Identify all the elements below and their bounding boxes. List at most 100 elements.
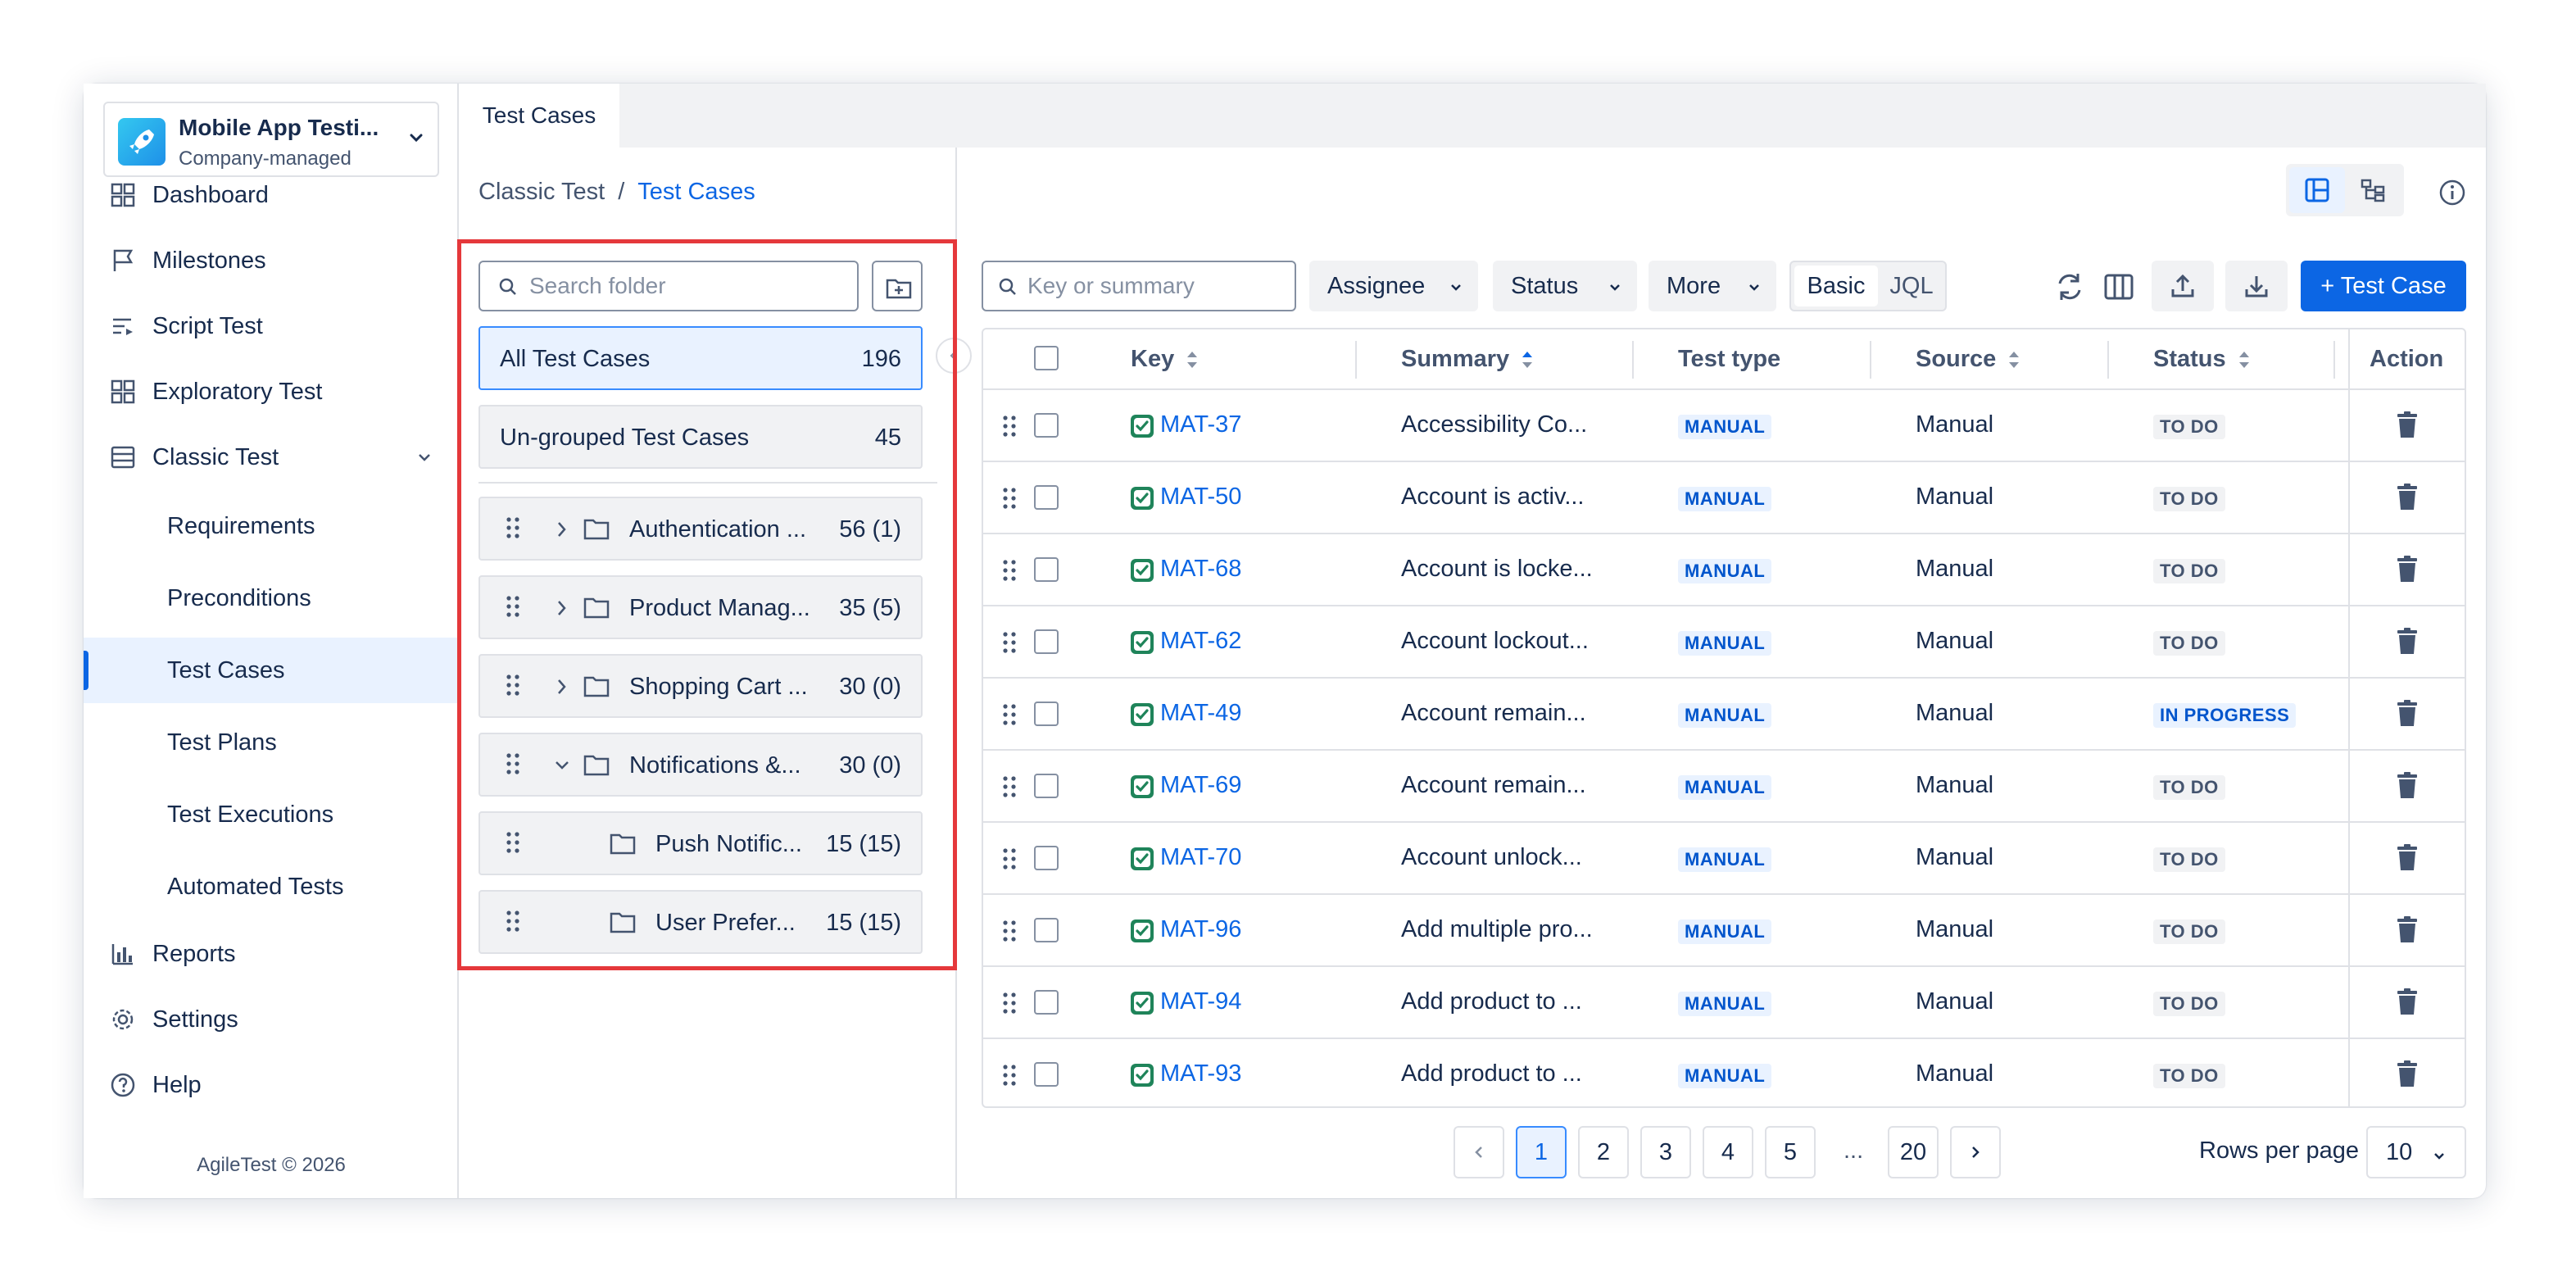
table-row[interactable]: MAT-70 Account unlock... MANUAL Manual TO DO bbox=[983, 823, 2465, 895]
drag-handle-icon[interactable] bbox=[1001, 990, 1018, 1016]
next-page-button[interactable] bbox=[1950, 1126, 2001, 1178]
test-case-key-link[interactable]: MAT-69 bbox=[1160, 772, 1241, 799]
sidebar-item-reports[interactable]: Reports bbox=[84, 921, 459, 987]
chevron-right-icon[interactable] bbox=[551, 597, 574, 620]
trash-icon[interactable] bbox=[2394, 482, 2420, 511]
table-row[interactable]: MAT-49 Account remain... MANUAL Manual IN PR… bbox=[983, 679, 2465, 751]
sidebar-item-requirements[interactable]: Requirements bbox=[84, 493, 459, 559]
page-last-button[interactable]: 20 bbox=[1888, 1126, 1939, 1178]
test-case-key-link[interactable]: MAT-62 bbox=[1160, 628, 1241, 655]
trash-icon[interactable] bbox=[2394, 770, 2420, 800]
table-row[interactable]: MAT-62 Account lockout... MANUAL Manual TO D… bbox=[983, 606, 2465, 679]
drag-handle-icon[interactable] bbox=[1001, 1062, 1018, 1088]
test-case-key-link[interactable]: MAT-50 bbox=[1160, 484, 1241, 511]
header-source[interactable]: Source bbox=[1916, 346, 2022, 373]
header-summary[interactable]: Summary bbox=[1401, 346, 1535, 373]
test-case-key-link[interactable]: MAT-68 bbox=[1160, 556, 1241, 583]
table-row[interactable]: MAT-96 Add multiple pro... MANUAL Manual TO … bbox=[983, 895, 2465, 967]
table-row[interactable]: MAT-37 Accessibility Co... MANUAL Manual TO … bbox=[983, 390, 2465, 462]
drag-handle-icon[interactable] bbox=[1001, 485, 1018, 511]
import-button[interactable] bbox=[2225, 261, 2288, 311]
sidebar-item-automated-tests[interactable]: Automated Tests bbox=[84, 854, 459, 919]
row-checkbox[interactable] bbox=[1034, 990, 1059, 1015]
trash-icon[interactable] bbox=[2394, 554, 2420, 583]
status-filter-button[interactable]: Status bbox=[1493, 261, 1637, 311]
drag-handle-icon[interactable] bbox=[1001, 413, 1018, 439]
sidebar-item-exploratory-test[interactable]: Exploratory Test bbox=[84, 359, 459, 425]
table-row[interactable]: MAT-50 Account is activ... MANUAL Manual TO … bbox=[983, 462, 2465, 534]
row-checkbox[interactable] bbox=[1034, 557, 1059, 582]
drag-handle-icon[interactable] bbox=[505, 672, 521, 698]
collapse-panel-button[interactable] bbox=[936, 338, 972, 374]
drag-handle-icon[interactable] bbox=[1001, 774, 1018, 800]
drag-handle-icon[interactable] bbox=[505, 829, 521, 856]
drag-handle-icon[interactable] bbox=[505, 593, 521, 620]
row-checkbox[interactable] bbox=[1034, 918, 1059, 942]
more-filter-button[interactable]: More bbox=[1649, 261, 1776, 311]
row-checkbox[interactable] bbox=[1034, 702, 1059, 726]
drag-handle-icon[interactable] bbox=[1001, 629, 1018, 656]
export-button[interactable] bbox=[2152, 261, 2214, 311]
sidebar-item-test-cases[interactable]: Test Cases bbox=[84, 638, 459, 703]
assignee-filter-button[interactable]: Assignee bbox=[1309, 261, 1478, 311]
test-case-key-link[interactable]: MAT-93 bbox=[1160, 1060, 1241, 1087]
basic-mode-button[interactable]: Basic bbox=[1794, 266, 1878, 306]
columns-icon[interactable] bbox=[2098, 266, 2140, 308]
trash-icon[interactable] bbox=[2394, 698, 2420, 728]
folder-item[interactable]: Authentication ... 56 (1) bbox=[478, 497, 923, 561]
page-1-button[interactable]: 1 bbox=[1516, 1126, 1567, 1178]
page-5-button[interactable]: 5 bbox=[1765, 1126, 1816, 1178]
folder-item[interactable]: Push Notific... 15 (15) bbox=[478, 811, 923, 875]
create-test-case-button[interactable]: + Test Case bbox=[2301, 261, 2466, 311]
drag-handle-icon[interactable] bbox=[505, 515, 521, 541]
drag-handle-icon[interactable] bbox=[1001, 702, 1018, 728]
trash-icon[interactable] bbox=[2394, 915, 2420, 944]
breadcrumb-parent[interactable]: Classic Test bbox=[478, 179, 605, 206]
chevron-down-icon[interactable] bbox=[551, 754, 574, 777]
test-case-key-link[interactable]: MAT-49 bbox=[1160, 700, 1241, 727]
row-checkbox[interactable] bbox=[1034, 846, 1059, 870]
drag-handle-icon[interactable] bbox=[505, 908, 521, 934]
previous-page-button[interactable] bbox=[1454, 1126, 1504, 1178]
drag-handle-icon[interactable] bbox=[1001, 557, 1018, 583]
table-row[interactable]: MAT-68 Account is locke... MANUAL Manual TO … bbox=[983, 534, 2465, 606]
folder-all-test-cases[interactable]: All Test Cases 196 bbox=[478, 326, 923, 390]
page-4-button[interactable]: 4 bbox=[1703, 1126, 1753, 1178]
breadcrumb-current[interactable]: Test Cases bbox=[637, 179, 755, 206]
row-checkbox[interactable] bbox=[1034, 629, 1059, 654]
table-row[interactable]: MAT-69 Account remain... MANUAL Manual TO DO bbox=[983, 751, 2465, 823]
folder-item[interactable]: Shopping Cart ... 30 (0) bbox=[478, 654, 923, 718]
sidebar-item-settings[interactable]: Settings bbox=[84, 987, 459, 1052]
test-case-key-link[interactable]: MAT-70 bbox=[1160, 844, 1241, 871]
folder-search-field[interactable] bbox=[478, 261, 859, 311]
sidebar-item-milestones[interactable]: Milestones bbox=[84, 228, 459, 293]
table-row[interactable]: MAT-93 Add product to ... MANUAL Manual TO D… bbox=[983, 1039, 2465, 1106]
tree-view-button[interactable] bbox=[2345, 167, 2401, 213]
page-3-button[interactable]: 3 bbox=[1640, 1126, 1691, 1178]
header-status[interactable]: Status bbox=[2153, 346, 2252, 373]
drag-handle-icon[interactable] bbox=[1001, 846, 1018, 872]
add-folder-button[interactable] bbox=[872, 261, 923, 311]
tab-test-cases[interactable]: Test Cases bbox=[459, 84, 619, 148]
key-search-input[interactable] bbox=[1027, 269, 1286, 303]
info-icon[interactable] bbox=[2438, 179, 2466, 207]
panel-view-button[interactable] bbox=[2289, 167, 2345, 213]
folder-search-input[interactable] bbox=[529, 269, 849, 303]
row-checkbox[interactable] bbox=[1034, 1062, 1059, 1087]
rows-per-page-select[interactable]: 10 bbox=[2366, 1126, 2466, 1178]
trash-icon[interactable] bbox=[2394, 410, 2420, 439]
folder-item[interactable]: Notifications &... 30 (0) bbox=[478, 733, 923, 797]
sidebar-item-dashboard[interactable]: Dashboard bbox=[84, 162, 459, 228]
sidebar-item-test-executions[interactable]: Test Executions bbox=[84, 782, 459, 847]
folder-item[interactable]: User Prefer... 15 (15) bbox=[478, 890, 923, 954]
row-checkbox[interactable] bbox=[1034, 413, 1059, 438]
header-key[interactable]: Key bbox=[1131, 346, 1200, 373]
trash-icon[interactable] bbox=[2394, 987, 2420, 1016]
sidebar-item-test-plans[interactable]: Test Plans bbox=[84, 710, 459, 775]
row-checkbox[interactable] bbox=[1034, 774, 1059, 798]
page-2-button[interactable]: 2 bbox=[1578, 1126, 1629, 1178]
folder-item[interactable]: Product Manag... 35 (5) bbox=[478, 575, 923, 639]
jql-mode-button[interactable]: JQL bbox=[1880, 266, 1943, 306]
trash-icon[interactable] bbox=[2394, 626, 2420, 656]
folder-ungrouped[interactable]: Un-grouped Test Cases 45 bbox=[478, 405, 923, 469]
